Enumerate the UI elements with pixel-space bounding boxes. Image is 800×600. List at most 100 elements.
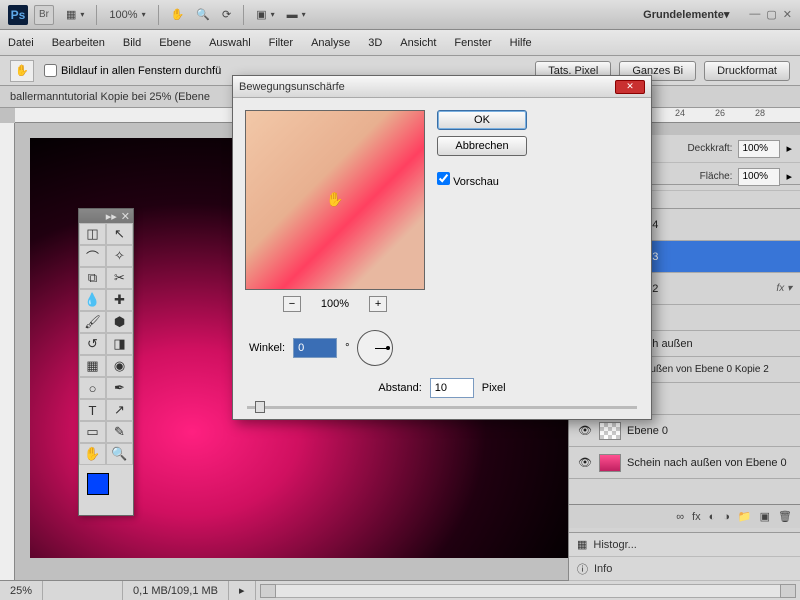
- zoom-out-button[interactable]: −: [283, 296, 301, 312]
- histogram-label: Histogr...: [593, 539, 636, 551]
- menu-help[interactable]: Hilfe: [510, 37, 532, 49]
- blur-tool[interactable]: ◉: [106, 355, 133, 377]
- info-tab[interactable]: ⓘInfo: [569, 557, 800, 581]
- lasso-tool[interactable]: ⌒: [79, 245, 106, 267]
- brush-tool[interactable]: 🖌: [79, 311, 106, 333]
- screen-mode-icon[interactable]: ▬: [281, 7, 312, 23]
- shape-tool[interactable]: ▭: [79, 421, 106, 443]
- visibility-icon[interactable]: 👁: [577, 455, 593, 471]
- eraser-tool[interactable]: ◨: [106, 333, 133, 355]
- effect-item[interactable]: 👁Schein nach außen von Ebene 0: [569, 447, 800, 479]
- gradient-tool[interactable]: ▦: [79, 355, 106, 377]
- link-layers-icon[interactable]: ∞: [676, 511, 684, 523]
- type-tool[interactable]: T: [79, 399, 106, 421]
- magic-wand-tool[interactable]: ✧: [106, 245, 133, 267]
- zoom-icon[interactable]: 🔍: [190, 6, 216, 23]
- toolbox-close-icon[interactable]: ✕: [121, 210, 130, 223]
- print-size-button[interactable]: Druckformat: [704, 61, 790, 81]
- zoom-status[interactable]: 25%: [0, 581, 43, 600]
- status-menu-icon[interactable]: ▸: [229, 581, 256, 600]
- opacity-input[interactable]: 100%: [738, 140, 780, 158]
- preview-label: Vorschau: [453, 176, 499, 188]
- scroll-all-label: Bildlauf in allen Fenstern durchfü: [61, 65, 221, 77]
- move-tool[interactable]: ↖: [106, 223, 133, 245]
- distance-label: Abstand:: [378, 382, 421, 394]
- dialog-titlebar[interactable]: Bewegungsunschärfe ✕: [233, 76, 651, 98]
- adjustment-icon[interactable]: ◑: [723, 511, 730, 523]
- color-swatches[interactable]: [79, 465, 133, 515]
- menu-select[interactable]: Auswahl: [209, 37, 251, 49]
- status-bar: 25% 0,1 MB/109,1 MB ▸: [0, 580, 800, 600]
- chevron-right-icon[interactable]: ▸: [786, 142, 792, 155]
- filter-preview[interactable]: [245, 110, 425, 290]
- crop-tool[interactable]: ⧉: [79, 267, 106, 289]
- menu-edit[interactable]: Bearbeiten: [52, 37, 105, 49]
- dialog-title: Bewegungsunschärfe: [239, 81, 345, 93]
- hand-tool[interactable]: ✋: [79, 443, 106, 465]
- history-brush-tool[interactable]: ↺: [79, 333, 106, 355]
- visibility-icon[interactable]: 👁: [577, 423, 593, 439]
- path-tool[interactable]: ↗: [106, 399, 133, 421]
- bridge-icon[interactable]: Br: [34, 5, 54, 25]
- histogram-tab[interactable]: ▦Histogr...: [569, 533, 800, 557]
- menu-analysis[interactable]: Analyse: [311, 37, 350, 49]
- zoom-picker[interactable]: 100%: [103, 7, 151, 23]
- info-label: Info: [594, 563, 612, 575]
- menu-layer[interactable]: Ebene: [159, 37, 191, 49]
- menu-file[interactable]: Datei: [8, 37, 34, 49]
- layer-label: Ebene 0: [627, 425, 668, 437]
- toolbox-collapse-icon[interactable]: ▸▸: [106, 210, 117, 223]
- folder-icon[interactable]: 📁: [738, 510, 752, 523]
- zoom-in-button[interactable]: +: [369, 296, 387, 312]
- distance-slider[interactable]: [247, 406, 637, 409]
- menu-view[interactable]: Ansicht: [400, 37, 436, 49]
- slice-tool[interactable]: ✂: [106, 267, 133, 289]
- foreground-color[interactable]: [87, 473, 109, 495]
- angle-input[interactable]: [293, 338, 337, 358]
- layout-picker[interactable]: ▦: [60, 6, 90, 23]
- minimize-button[interactable]: —: [749, 8, 760, 21]
- trash-icon[interactable]: 🗑: [778, 510, 792, 523]
- new-layer-icon[interactable]: ▣: [760, 510, 770, 523]
- scroll-all-checkbox[interactable]: Bildlauf in allen Fenstern durchfü: [44, 64, 221, 77]
- hand-tool-indicator[interactable]: ✋: [10, 60, 34, 82]
- marquee-tool[interactable]: ◫: [79, 223, 106, 245]
- opacity-label: Deckkraft:: [687, 143, 732, 154]
- layer-thumbnail[interactable]: [599, 422, 621, 440]
- rotate-icon[interactable]: ⟳: [216, 6, 237, 23]
- fx-icon[interactable]: fx: [692, 511, 701, 523]
- chevron-right-icon[interactable]: ▸: [786, 170, 792, 183]
- close-button[interactable]: ✕: [783, 8, 792, 21]
- pen-tool[interactable]: ✒: [106, 377, 133, 399]
- close-icon[interactable]: ✕: [615, 80, 645, 94]
- menu-3d[interactable]: 3D: [368, 37, 382, 49]
- angle-label: Winkel:: [249, 342, 285, 354]
- fx-badge[interactable]: fx ▾: [776, 283, 792, 294]
- title-bar: Ps Br ▦ 100% ✋ 🔍 ⟳ ▣ ▬ Grundelemente — ▢…: [0, 0, 800, 30]
- menu-bar: Datei Bearbeiten Bild Ebene Auswahl Filt…: [0, 30, 800, 56]
- healing-tool[interactable]: ✚: [106, 289, 133, 311]
- zoom-tool[interactable]: 🔍: [106, 443, 133, 465]
- dodge-tool[interactable]: ○: [79, 377, 106, 399]
- mask-icon[interactable]: ◐: [709, 511, 716, 523]
- menu-filter[interactable]: Filter: [269, 37, 293, 49]
- menu-image[interactable]: Bild: [123, 37, 141, 49]
- hand-icon[interactable]: ✋: [165, 6, 191, 23]
- menu-window[interactable]: Fenster: [454, 37, 491, 49]
- angle-wheel[interactable]: [357, 330, 393, 366]
- preview-checkbox[interactable]: Vorschau: [437, 172, 527, 188]
- cancel-button[interactable]: Abbrechen: [437, 136, 527, 156]
- doc-size-status[interactable]: 0,1 MB/109,1 MB: [123, 581, 229, 600]
- eyedropper-tool[interactable]: 💧: [79, 289, 106, 311]
- notes-tool[interactable]: ✎: [106, 421, 133, 443]
- zoom-level: 100%: [321, 298, 349, 310]
- layer-thumbnail[interactable]: [599, 454, 621, 472]
- horizontal-scrollbar[interactable]: [260, 584, 796, 598]
- stamp-tool[interactable]: ⬢: [106, 311, 133, 333]
- restore-button[interactable]: ▢: [766, 8, 776, 21]
- distance-input[interactable]: [430, 378, 474, 398]
- ok-button[interactable]: OK: [437, 110, 527, 130]
- arrange-icon[interactable]: ▣: [250, 6, 280, 23]
- workspace-switcher[interactable]: Grundelemente: [635, 8, 737, 21]
- fill-input[interactable]: 100%: [738, 168, 780, 186]
